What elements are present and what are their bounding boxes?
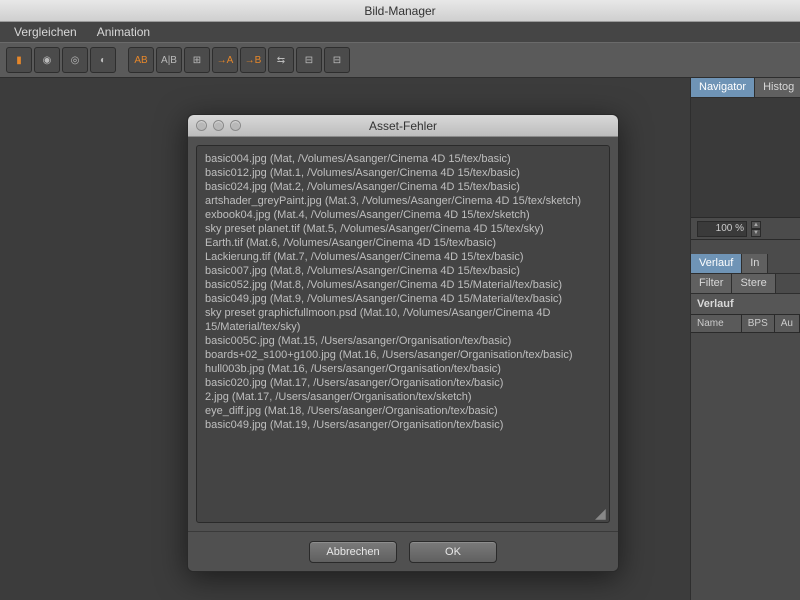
error-line: Earth.tif (Mat.6, /Volumes/Asanger/Cinem… — [205, 236, 601, 250]
error-line: boards+02_s100+g100.jpg (Mat.16, /Users/… — [205, 348, 601, 362]
error-line: basic049.jpg (Mat.19, /Users/asanger/Org… — [205, 418, 601, 432]
ab-gray-icon[interactable]: ⊞ — [184, 47, 210, 73]
tool-group-1: ▮ ◉ ◎ ◐ — [6, 47, 116, 73]
sidebar-top-tabs: Navigator Histog — [691, 78, 800, 98]
error-line: hull003b.jpg (Mat.16, /Users/asanger/Org… — [205, 362, 601, 376]
tab-stereo[interactable]: Stere — [732, 274, 775, 293]
col-bps[interactable]: BPS — [742, 315, 775, 332]
step-down-icon[interactable]: ▼ — [751, 229, 761, 237]
error-line: sky preset graphicfullmoon.psd (Mat.10, … — [205, 306, 601, 334]
menu-vergleichen[interactable]: Vergleichen — [4, 23, 87, 41]
sidebar-mid-tabs-1: Verlauf In — [691, 254, 800, 274]
eye-icon[interactable]: ◉ — [34, 47, 60, 73]
col-au[interactable]: Au — [775, 315, 800, 332]
minimize-icon[interactable] — [213, 120, 224, 131]
arrow-a-icon[interactable]: →A — [212, 47, 238, 73]
error-line: Lackierung.tif (Mat.7, /Volumes/Asanger/… — [205, 250, 601, 264]
sidebar-mid-tabs-2: Filter Stere — [691, 274, 800, 294]
tab-filter[interactable]: Filter — [691, 274, 732, 293]
section-verlauf-title: Verlauf — [691, 294, 800, 315]
error-line: eye_diff.jpg (Mat.18, /Users/asanger/Org… — [205, 404, 601, 418]
tab-histogram[interactable]: Histog — [755, 78, 800, 97]
zoom-stepper[interactable]: ▲ ▼ — [751, 221, 761, 237]
book-icon[interactable]: ▮ — [6, 47, 32, 73]
error-line: basic024.jpg (Mat.2, /Volumes/Asanger/Ci… — [205, 180, 601, 194]
grid-b-icon[interactable]: ⊟ — [324, 47, 350, 73]
traffic-lights — [188, 120, 241, 131]
dialog-title: Asset-Fehler — [188, 119, 618, 133]
ab-orange-icon[interactable]: AB — [128, 47, 154, 73]
error-list[interactable]: basic004.jpg (Mat, /Volumes/Asanger/Cine… — [196, 145, 610, 523]
zoom-input[interactable] — [697, 221, 747, 237]
error-line: basic007.jpg (Mat.8, /Volumes/Asanger/Ci… — [205, 264, 601, 278]
toolbar: ▮ ◉ ◎ ◐ AB A|B ⊞ →A →B ⇆ ⊟ ⊟ — [0, 42, 800, 78]
error-line: 2.jpg (Mat.17, /Users/asanger/Organisati… — [205, 390, 601, 404]
error-line: basic005C.jpg (Mat.15, /Users/asanger/Or… — [205, 334, 601, 348]
dialog-titlebar[interactable]: Asset-Fehler — [188, 115, 618, 137]
side-panel: Navigator Histog ▲ ▼ Verlauf In Filter S… — [690, 78, 800, 600]
menu-animation[interactable]: Animation — [87, 23, 160, 41]
error-line: basic004.jpg (Mat, /Volumes/Asanger/Cine… — [205, 152, 601, 166]
ok-button[interactable]: OK — [409, 541, 497, 563]
arrow-b-icon[interactable]: →B — [240, 47, 266, 73]
window-titlebar: Bild-Manager — [0, 0, 800, 22]
ab-scale-icon[interactable]: ⇆ — [268, 47, 294, 73]
close-icon[interactable] — [196, 120, 207, 131]
tab-info[interactable]: In — [742, 254, 768, 273]
asset-error-dialog: Asset-Fehler basic004.jpg (Mat, /Volumes… — [187, 114, 619, 572]
zoom-icon[interactable] — [230, 120, 241, 131]
window-title: Bild-Manager — [364, 4, 435, 18]
step-up-icon[interactable]: ▲ — [751, 221, 761, 229]
error-line: exbook04.jpg (Mat.4, /Volumes/Asanger/Ci… — [205, 208, 601, 222]
match-icon[interactable]: ◐ — [90, 47, 116, 73]
resize-handle-icon[interactable]: ◢ — [595, 508, 607, 520]
eye-dot-icon[interactable]: ◎ — [62, 47, 88, 73]
error-line: sky preset planet.tif (Mat.5, /Volumes/A… — [205, 222, 601, 236]
tab-verlauf[interactable]: Verlauf — [691, 254, 742, 273]
error-line: basic052.jpg (Mat.8, /Volumes/Asanger/Ci… — [205, 278, 601, 292]
error-line: artshader_greyPaint.jpg (Mat.3, /Volumes… — [205, 194, 601, 208]
menubar: Vergleichen Animation — [0, 22, 800, 42]
dialog-footer: Abbrechen OK — [188, 531, 618, 571]
verlauf-table-header: Name BPS Au — [691, 315, 800, 333]
grid-a-icon[interactable]: ⊟ — [296, 47, 322, 73]
error-line: basic012.jpg (Mat.1, /Volumes/Asanger/Ci… — [205, 166, 601, 180]
cancel-button[interactable]: Abbrechen — [309, 541, 397, 563]
error-line: basic049.jpg (Mat.9, /Volumes/Asanger/Ci… — [205, 292, 601, 306]
navigator-body — [691, 98, 800, 218]
ab-split-icon[interactable]: A|B — [156, 47, 182, 73]
error-line: basic020.jpg (Mat.17, /Users/asanger/Org… — [205, 376, 601, 390]
tool-group-2: AB A|B ⊞ →A →B ⇆ ⊟ ⊟ — [128, 47, 350, 73]
tab-navigator[interactable]: Navigator — [691, 78, 755, 97]
col-name[interactable]: Name — [691, 315, 742, 332]
zoom-row: ▲ ▼ — [691, 218, 800, 240]
